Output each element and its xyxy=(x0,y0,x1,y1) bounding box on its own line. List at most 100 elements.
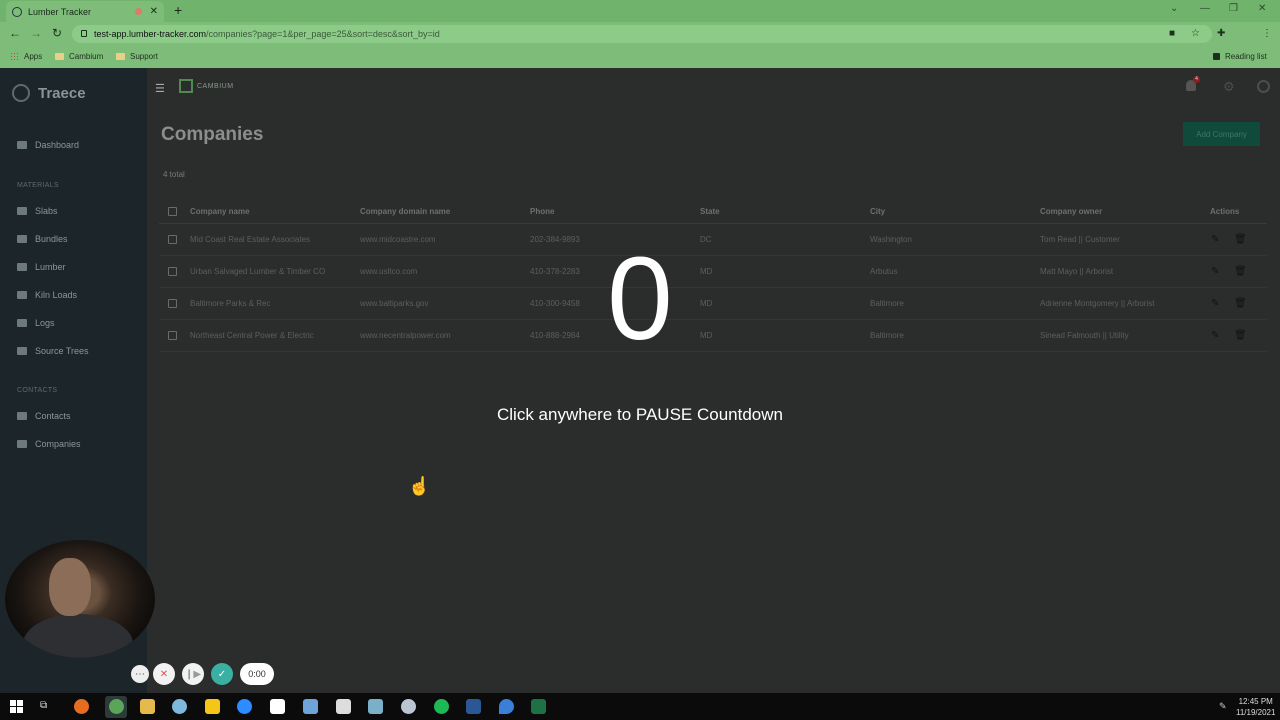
camera-icon[interactable]: ■ xyxy=(1169,28,1175,39)
bookmark-cambium[interactable]: Cambium xyxy=(55,52,103,61)
gear-icon[interactable]: ⚙ xyxy=(1223,79,1235,95)
lock-icon xyxy=(81,30,87,37)
notepad-icon[interactable] xyxy=(368,699,383,714)
folder-icon xyxy=(116,53,125,60)
close-tab-icon[interactable]: ✕ xyxy=(150,6,158,17)
recorder-more-button[interactable]: ⋯ xyxy=(131,665,149,683)
bell-icon[interactable]: 4 xyxy=(1186,76,1200,91)
bookmark-support[interactable]: Support xyxy=(116,52,158,61)
row-checkbox[interactable] xyxy=(168,299,177,308)
browser-tab-strip: Lumber Tracker ✕ + ⌄ — ❐ ✕ xyxy=(0,0,1280,22)
menu-collapse-icon[interactable]: ☰ xyxy=(155,82,165,95)
network-icon[interactable] xyxy=(172,699,187,714)
minimize-button[interactable]: — xyxy=(1200,3,1210,14)
app-header: ☰ CAMBIUM 4 ⚙ xyxy=(147,68,1280,106)
countdown-number[interactable]: 0 xyxy=(540,240,740,358)
url-field[interactable]: test-app.lumber-tracker.com/companies?pa… xyxy=(72,25,1212,43)
edit-icon[interactable]: ✎ xyxy=(1211,320,1219,351)
bundles-icon xyxy=(17,235,27,243)
sketch-icon[interactable] xyxy=(336,699,351,714)
zoom-icon[interactable] xyxy=(237,699,252,714)
bookmark-apps[interactable]: Apps xyxy=(10,52,42,61)
close-window-button[interactable]: ✕ xyxy=(1258,3,1266,14)
row-checkbox[interactable] xyxy=(168,267,177,276)
sidebar-item-slabs[interactable]: Slabs xyxy=(17,206,58,216)
reading-list[interactable]: Reading list xyxy=(1213,52,1267,61)
city-cell: Baltimore xyxy=(870,299,904,308)
row-select-cell xyxy=(168,256,177,287)
excel-icon[interactable] xyxy=(531,699,546,714)
sidebar-item-source-trees[interactable]: Source Trees xyxy=(17,346,89,356)
recorder-restart-button[interactable]: ❙▶ xyxy=(182,663,204,685)
sidebar-item-lumber[interactable]: Lumber xyxy=(17,262,66,272)
sidebar-item-bundles[interactable]: Bundles xyxy=(17,234,68,244)
tab-search-icon[interactable]: ⌄ xyxy=(1170,3,1178,14)
edit-icon[interactable]: ✎ xyxy=(1211,288,1219,319)
browser-menu-icon[interactable]: ⋮ xyxy=(1262,28,1272,39)
tab-title: Lumber Tracker xyxy=(28,6,92,17)
task-view-icon[interactable]: ⧉ xyxy=(40,700,55,715)
edit-icon[interactable]: ✎ xyxy=(1211,224,1219,255)
apps-grid-icon xyxy=(10,52,19,61)
column-header[interactable]: Company domain name xyxy=(360,200,450,223)
new-tab-button[interactable]: + xyxy=(174,2,182,18)
company-name-cell[interactable]: Urban Salvaged Lumber & Timber CO xyxy=(190,256,325,287)
account-icon[interactable] xyxy=(1257,80,1270,93)
brand-logo[interactable]: Traece xyxy=(12,84,86,102)
windows-start-icon[interactable] xyxy=(10,700,23,713)
webcam-bubble[interactable] xyxy=(5,540,155,658)
calculator-icon[interactable] xyxy=(303,699,318,714)
company-name-cell[interactable]: Mid Coast Real Estate Associates xyxy=(190,224,310,255)
sidebar-item-logs[interactable]: Logs xyxy=(17,318,55,328)
recorder-cancel-button[interactable]: ✕ xyxy=(153,663,175,685)
sidebar-item-kiln-loads[interactable]: Kiln Loads xyxy=(17,290,77,300)
column-header[interactable]: Company owner xyxy=(1040,200,1102,223)
column-header[interactable]: Company name xyxy=(190,200,250,223)
back-button[interactable]: ← xyxy=(9,26,21,40)
row-checkbox[interactable] xyxy=(168,331,177,340)
company-name-cell[interactable]: Northeast Central Power & Electric xyxy=(190,320,314,351)
people-icon xyxy=(17,412,27,420)
h-app-icon[interactable] xyxy=(270,699,285,714)
company-name-cell[interactable]: Baltimore Parks & Rec xyxy=(190,288,270,319)
word-icon[interactable] xyxy=(466,699,481,714)
owner-cell: Adrienne Montgomery || Arborist xyxy=(1040,299,1155,308)
file-explorer-icon[interactable] xyxy=(140,699,155,714)
browser-tab[interactable]: Lumber Tracker ✕ xyxy=(6,1,164,22)
row-select-cell xyxy=(168,320,177,351)
pen-icon[interactable]: ✎ xyxy=(1219,701,1231,713)
miro-icon[interactable] xyxy=(205,699,220,714)
forward-button[interactable]: → xyxy=(30,26,42,40)
delete-icon[interactable]: 🗑 xyxy=(1234,256,1247,287)
row-checkbox[interactable] xyxy=(168,235,177,244)
pause-countdown-message[interactable]: Click anywhere to PAUSE Countdown xyxy=(340,405,940,425)
delete-icon[interactable]: 🗑 xyxy=(1234,288,1247,319)
taskbar-clock[interactable]: 12:45 PM 11/19/2021 xyxy=(1236,696,1275,718)
droplet-app-icon[interactable] xyxy=(499,699,514,714)
extensions-icon[interactable]: ✚ xyxy=(1217,28,1225,39)
column-header[interactable]: City xyxy=(870,200,885,223)
column-header[interactable]: State xyxy=(700,200,720,223)
bookmark-star-icon[interactable]: ☆ xyxy=(1191,28,1200,39)
chrome-icon[interactable] xyxy=(109,699,124,714)
sidebar-item-contacts[interactable]: Contacts xyxy=(17,411,71,421)
owner-cell: Sinead Falmouth || Utility xyxy=(1040,331,1129,340)
recorder-finish-button[interactable]: ✓ xyxy=(211,663,233,685)
cambium-mark-icon xyxy=(179,79,193,93)
eraser-icon[interactable] xyxy=(401,699,416,714)
spotify-icon[interactable] xyxy=(434,699,449,714)
sidebar-item-dashboard[interactable]: Dashboard xyxy=(17,140,79,150)
select-all-checkbox[interactable] xyxy=(168,207,177,216)
column-header[interactable]: Phone xyxy=(530,200,554,223)
cambium-logo: CAMBIUM xyxy=(179,79,234,93)
sidebar-item-companies[interactable]: Companies xyxy=(17,439,81,449)
reload-button[interactable]: ↻ xyxy=(52,26,62,40)
restore-button[interactable]: ❐ xyxy=(1229,3,1238,14)
firefox-icon[interactable] xyxy=(74,699,89,714)
row-select-cell xyxy=(168,224,177,255)
add-company-button[interactable]: Add Company xyxy=(1183,122,1260,146)
hand-cursor-icon: ☝ xyxy=(408,476,431,496)
delete-icon[interactable]: 🗑 xyxy=(1234,224,1247,255)
delete-icon[interactable]: 🗑 xyxy=(1234,320,1247,351)
edit-icon[interactable]: ✎ xyxy=(1211,256,1219,287)
